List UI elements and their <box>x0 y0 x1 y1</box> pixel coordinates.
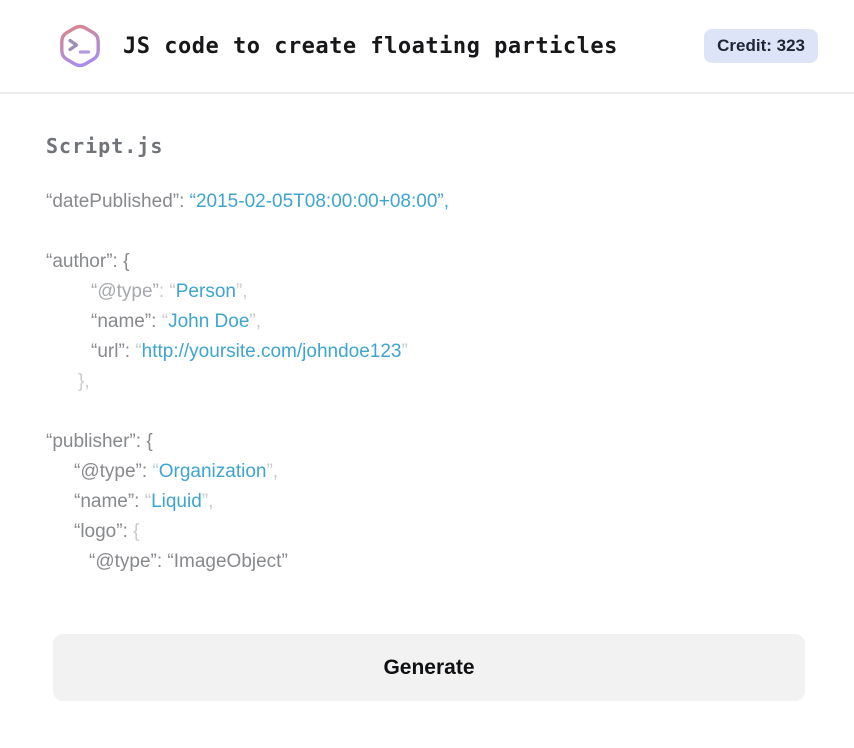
code-line: “name”: “John Doe”, <box>46 307 807 337</box>
code-segment: http://yoursite.com/johndoe123 <box>141 341 402 362</box>
code-segment: ” <box>401 341 408 362</box>
code-segment: “author”: { <box>46 251 130 272</box>
code-segment: : <box>158 281 170 302</box>
code-line: “url”: “http://yoursite.com/johndoe123” <box>46 337 807 367</box>
code-segment: “datePublished”: <box>46 191 190 212</box>
code-line: “logo”: { <box>46 517 807 547</box>
page-title: JS code to create floating particles <box>123 33 618 59</box>
code-segment: “url”: <box>91 341 136 362</box>
code-segment: “@type”: “ImageObject” <box>89 551 288 572</box>
code-segment: }, <box>78 371 90 392</box>
code-segment: “name”: <box>74 491 145 512</box>
script-filename-heading: Script.js <box>46 134 164 158</box>
code-line: “name”: “Liquid”, <box>46 487 807 517</box>
code-segment: Liquid <box>151 491 202 512</box>
credit-badge: Credit: 323 <box>704 29 818 63</box>
code-segment: “logo”: <box>74 521 134 542</box>
code-segment: Organization <box>158 461 267 482</box>
code-line: “@type”: “Person”, <box>46 277 807 307</box>
code-segment: John Doe <box>168 311 250 332</box>
code-segment: ”, <box>266 461 279 482</box>
code-segment: { <box>133 521 140 542</box>
code-segment: ”, <box>235 281 248 302</box>
code-segment: Person <box>175 281 236 302</box>
code-segment: “@type”: <box>74 461 153 482</box>
code-line: “author”: { <box>46 247 807 277</box>
main-content: Script.js “datePublished”: “2015-02-05T0… <box>0 134 854 701</box>
terminal-prompt-hexagon-icon <box>55 21 105 71</box>
code-line: “@type”: “ImageObject” <box>46 547 807 577</box>
code-segment: “publisher”: { <box>46 431 153 452</box>
code-output: “datePublished”: “2015-02-05T08:00:00+08… <box>46 187 807 577</box>
code-segment: “2015-02-05T08:00:00+08:00”, <box>189 191 449 212</box>
code-line: “@type”: “Organization”, <box>46 457 807 487</box>
generate-button[interactable]: Generate <box>53 634 805 701</box>
code-line: }, <box>46 367 807 397</box>
code-segment: ”, <box>201 491 214 512</box>
code-segment: “@type” <box>91 281 159 302</box>
code-segment: ”, <box>249 311 262 332</box>
code-line: “publisher”: { <box>46 427 807 457</box>
code-segment: “name”: <box>91 311 162 332</box>
app-header: JS code to create floating particles Cre… <box>0 0 854 94</box>
code-line: “datePublished”: “2015-02-05T08:00:00+08… <box>46 187 807 217</box>
